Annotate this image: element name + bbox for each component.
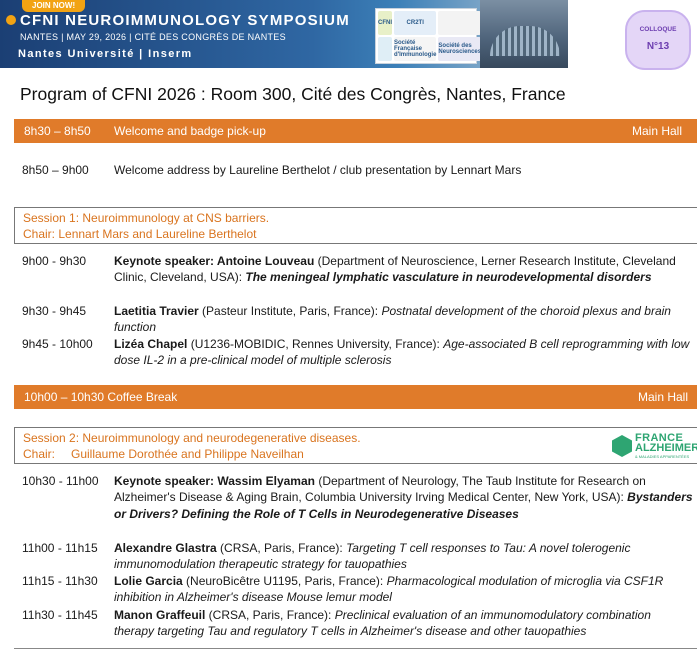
session-title: Session 1: Neuroimmunology at CNS barrie… — [23, 211, 270, 225]
partner-logo — [438, 11, 482, 35]
affiliation: (CRSA, Paris, France): — [205, 608, 335, 622]
affiliation: (Pasteur Institute, Paris, France): — [198, 304, 382, 318]
welcome-address: Welcome address by Laureline Berthelot /… — [114, 163, 522, 177]
talk-title: Age-associated B cell reprogramming with… — [443, 337, 690, 351]
cfni-dot-icon — [6, 15, 16, 25]
cr2ti-logo: CR2TI — [394, 11, 437, 35]
sponsor-line-2: ALZHEIMER — [635, 442, 697, 454]
talk-title-cont: immunomodulation therapeutic strategy fo… — [114, 557, 407, 571]
affiliation: (Department of Neurology, The Taub Insti… — [314, 474, 646, 488]
talk-title: Targeting T cell responses to Tau: A nov… — [346, 541, 631, 555]
speaker-name: Keynote speaker: Wassim Elyaman — [114, 474, 315, 488]
join-now-tag[interactable]: JOIN NOW! — [22, 0, 86, 12]
colloque-badge: COLLOQUE N°13 — [625, 10, 691, 70]
bar-label: Welcome and badge pick-up — [114, 124, 266, 138]
session-title: Session 2: Neuroimmunology and neurodege… — [23, 431, 361, 445]
slot-time: 9h30 - 9h45 — [22, 304, 87, 318]
slot-time: 11h30 - 11h45 — [22, 608, 98, 622]
talk-line: Lolie Garcia (NeuroBicêtre U1195, Paris,… — [114, 574, 663, 588]
talk-line: Keynote speaker: Wassim Elyaman (Departm… — [114, 474, 646, 488]
affiliation: Alzheimer's Disease & Aging Brain, Colum… — [114, 490, 628, 504]
talk-title: Preclinical evaluation of an immunomodul… — [334, 608, 651, 622]
welcome-bar: 8h30 – 8h50 Welcome and badge pick-up Ma… — [14, 119, 697, 143]
talk-title-cont: dose IL-2 in a pre-clinical model of mul… — [114, 353, 392, 367]
sfi-logo: Société Française d'Immunologie — [394, 37, 436, 61]
sponsor-line-3: & MALADIES APPARENTÉES — [635, 454, 690, 459]
speaker-name: Alexandre Glastra — [114, 541, 217, 555]
talk-line: Laetitia Travier (Pasteur Institute, Par… — [114, 304, 671, 318]
coffee-break-bar: 10h00 – 10h30 Coffee Break Main Hall — [14, 385, 697, 409]
divider — [14, 648, 697, 649]
session-chair-names: Guillaume Dorothée and Philippe Naveilha… — [71, 447, 304, 461]
session-1-header: Session 1: Neuroimmunology at CNS barrie… — [14, 207, 697, 244]
neurosciences-logo: Société des Neurosciences — [438, 37, 482, 61]
session-2-header: Session 2: Neuroimmunology and neurodege… — [14, 427, 697, 464]
talk-title: The meningeal lymphatic vasculature in n… — [245, 270, 652, 284]
slot-time: 9h00 - 9h30 — [22, 254, 87, 268]
talk-title: Bystanders — [627, 490, 693, 504]
slot-time: 9h45 - 10h00 — [22, 337, 93, 351]
talk-title-cont: or Drivers? Defining the Role of T Cells… — [114, 507, 519, 521]
bar-location: Main Hall — [638, 390, 689, 404]
banner-institutions: Nantes Université | Inserm — [18, 48, 193, 60]
banner-subtitle: NANTES | MAY 29, 2026 | CITÉ DES CONGRÈS… — [20, 32, 286, 42]
colloque-label: COLLOQUE — [639, 26, 677, 33]
slot-time: 11h15 - 11h30 — [22, 574, 98, 588]
venue-image — [480, 0, 568, 68]
affiliation: (NeuroBicêtre U1195, Paris, France): — [182, 574, 387, 588]
affiliation: (U1236-MOBIDIC, Rennes University, Franc… — [187, 337, 444, 351]
banner-title-text: CFNI NEUROIMMUNOLOGY SYMPOSIUM — [20, 12, 350, 29]
session-chair-label: Chair: — [23, 447, 56, 461]
talk-line: Clinic, Cleveland, USA): The meningeal l… — [114, 270, 652, 284]
france-alzheimer-logo: FRANCE ALZHEIMER & MALADIES APPARENTÉES — [612, 432, 697, 462]
slot-time: 11h00 - 11h15 — [22, 541, 98, 555]
bar-time: 8h30 – 8h50 — [24, 124, 91, 138]
speaker-name: Lizéa Chapel — [114, 337, 188, 351]
banner-title: CFNI NEUROIMMUNOLOGY SYMPOSIUM — [6, 12, 350, 29]
talk-line: Alexandre Glastra (CRSA, Paris, France):… — [114, 541, 630, 555]
france-alzheimer-hex-icon — [612, 435, 632, 457]
talk-title-cont: function — [114, 320, 157, 334]
speaker-name: Lolie Garcia — [114, 574, 183, 588]
partner-logos: CFNI CR2TI Société Française d'Immunolog… — [375, 8, 482, 64]
talk-title-cont: therapy targeting Tau and regulatory T c… — [114, 624, 587, 638]
talk-line: Manon Graffeuil (CRSA, Paris, France): P… — [114, 608, 651, 622]
talk-title: Pharmacological modulation of microglia … — [386, 574, 664, 588]
talk-title-cont: inhibition in Alzheimer's disease Mouse … — [114, 590, 392, 604]
session-chair: Chair: Lennart Mars and Laureline Berthe… — [23, 227, 257, 241]
speaker-name: Manon Graffeuil — [114, 608, 206, 622]
cfni-logo: CFNI — [378, 11, 392, 35]
talk-title: Postnatal development of the choroid ple… — [381, 304, 671, 318]
affiliation: Clinic, Cleveland, USA): — [114, 270, 246, 284]
affiliation: (Department of Neuroscience, Lerner Rese… — [314, 254, 676, 268]
bar-label: 10h00 – 10h30 Coffee Break — [24, 390, 178, 404]
slot-time: 10h30 - 11h00 — [22, 474, 99, 488]
page-title: Program of CFNI 2026 : Room 300, Cité de… — [20, 84, 566, 104]
symposium-banner[interactable]: JOIN NOW! CFNI NEUROIMMUNOLOGY SYMPOSIUM… — [0, 0, 568, 68]
colloque-number: N°13 — [646, 41, 670, 52]
talk-line: Lizéa Chapel (U1236-MOBIDIC, Rennes Univ… — [114, 337, 689, 351]
talk-line: Alzheimer's Disease & Aging Brain, Colum… — [114, 490, 693, 504]
affiliation: (CRSA, Paris, France): — [216, 541, 347, 555]
speaker-name: Laetitia Travier — [114, 304, 199, 318]
bar-location: Main Hall — [632, 124, 683, 138]
slot-time: 8h50 – 9h00 — [22, 163, 89, 177]
talk-line: Keynote speaker: Antoine Louveau (Depart… — [114, 254, 676, 268]
partner-logo — [378, 37, 392, 61]
speaker-name: Keynote speaker: Antoine Louveau — [114, 254, 315, 268]
